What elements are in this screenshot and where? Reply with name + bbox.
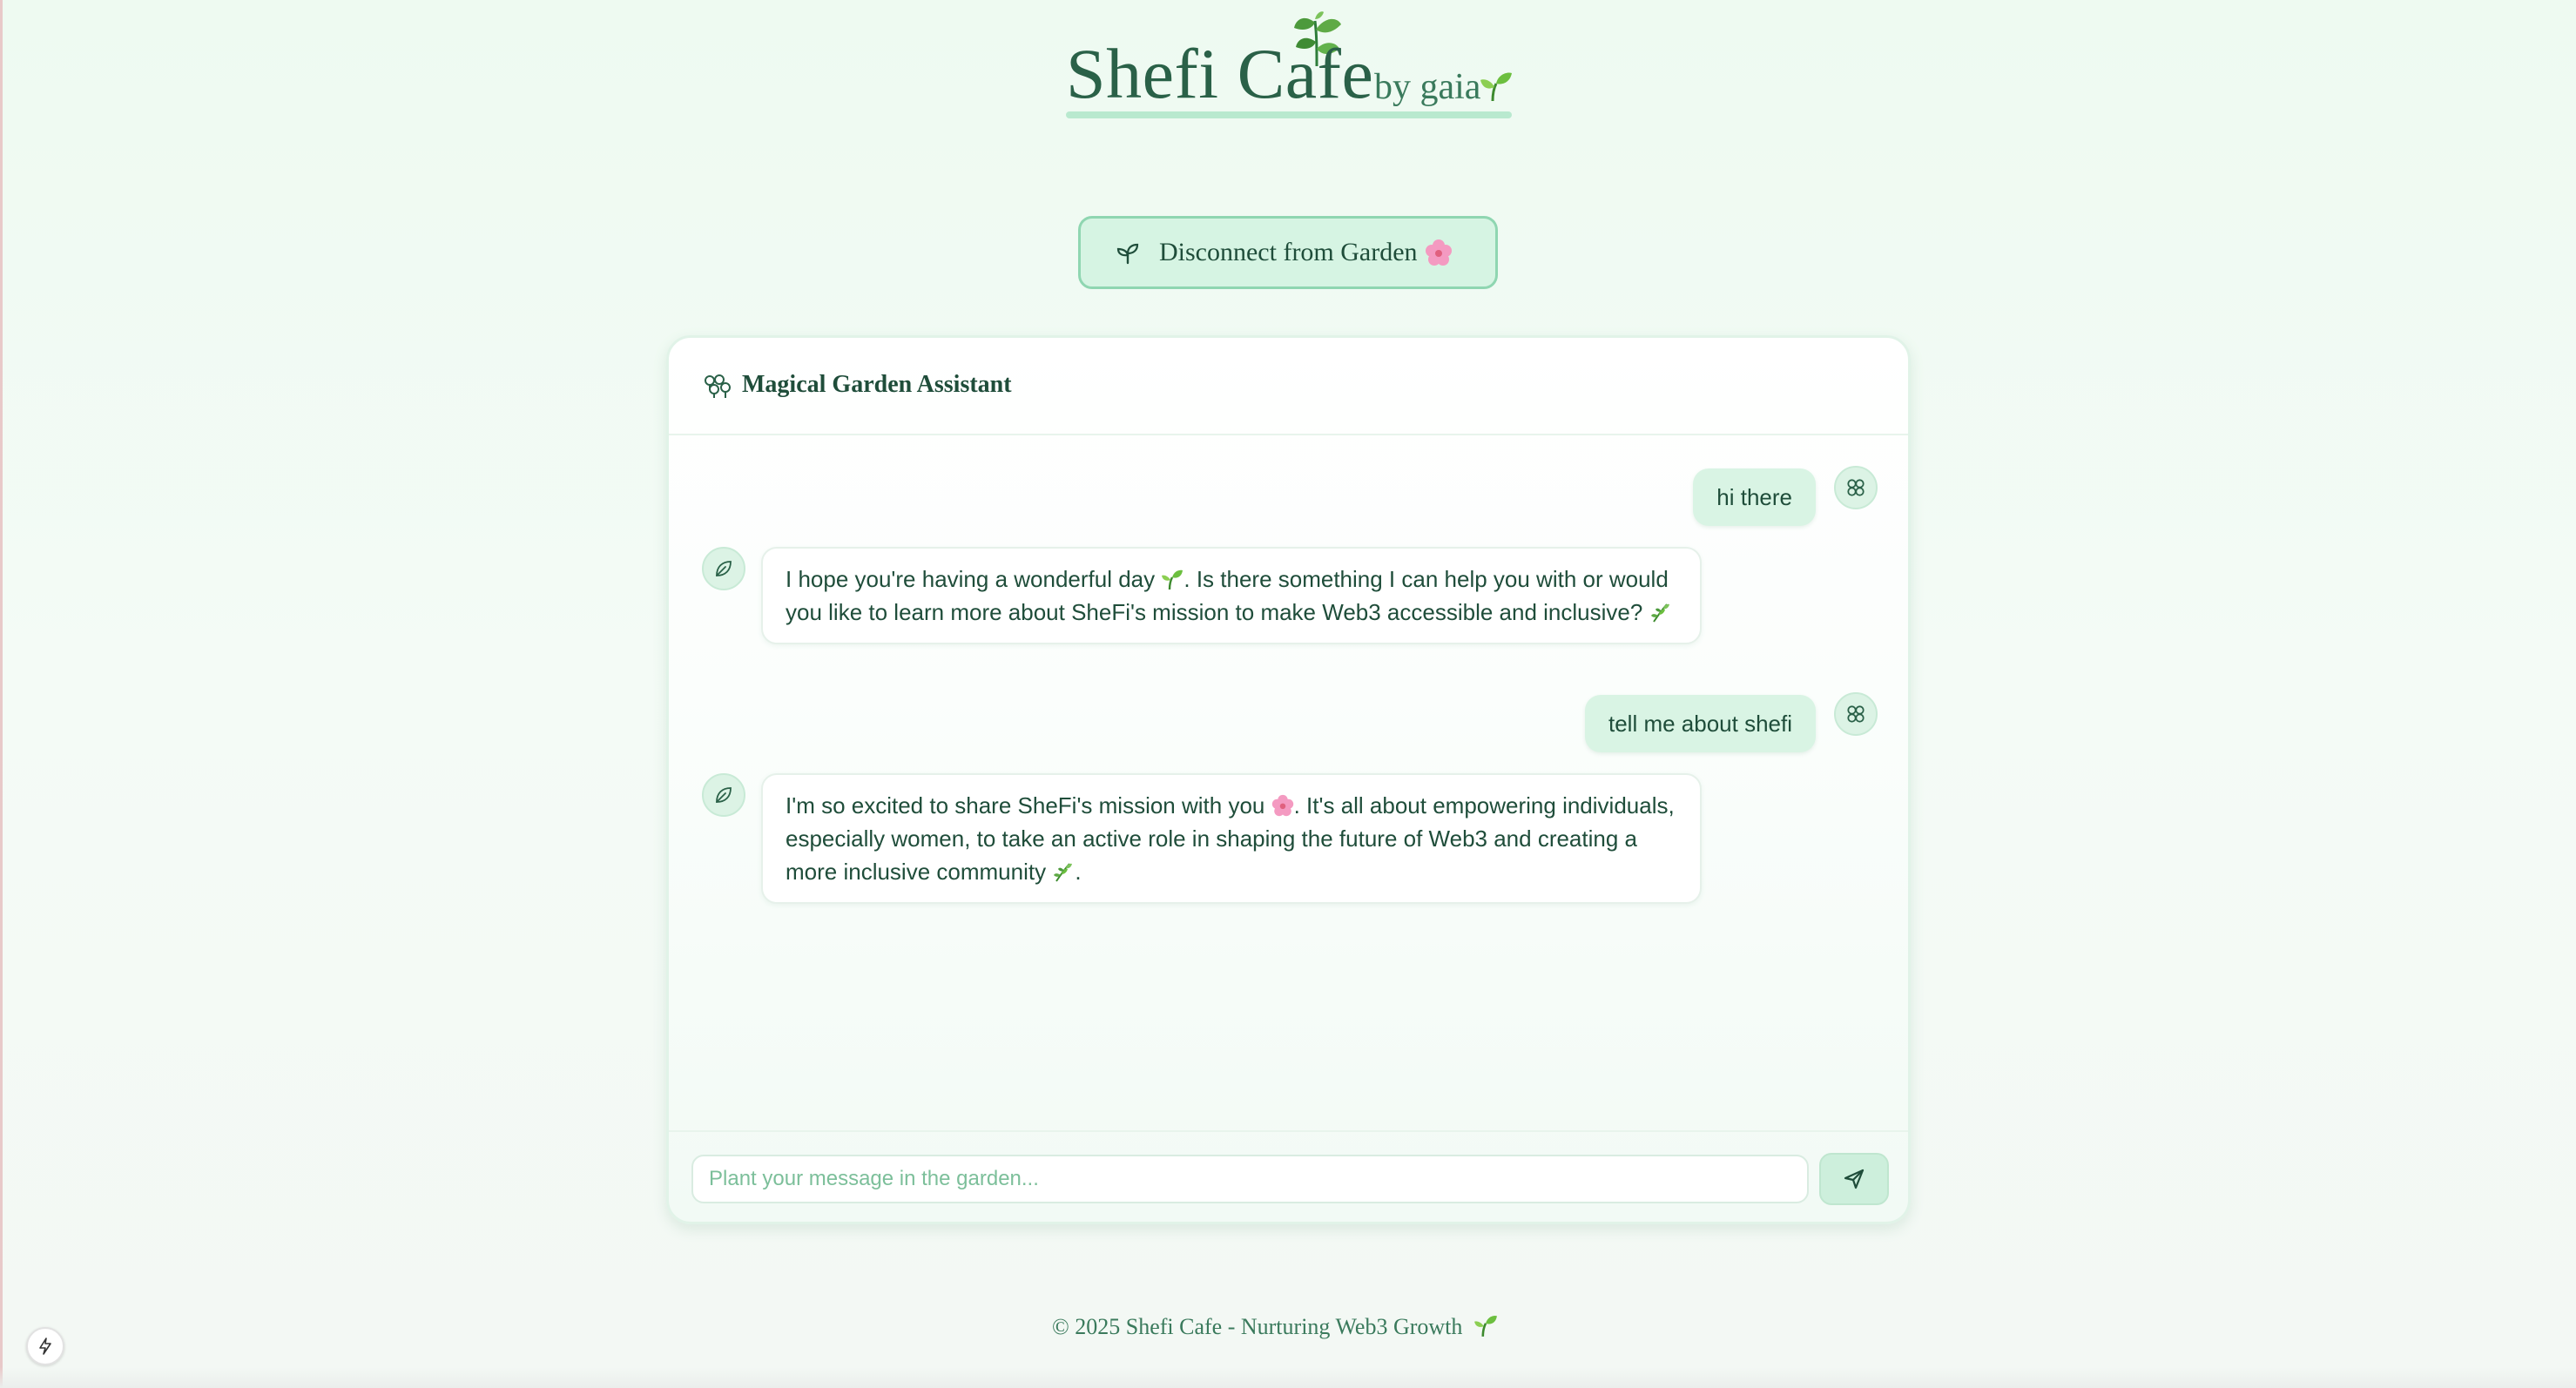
assistant-avatar	[702, 773, 745, 817]
sprout-icon	[1162, 569, 1183, 590]
clover-icon	[1847, 479, 1865, 496]
send-icon	[1844, 1169, 1865, 1189]
cherry-blossom-icon	[1271, 794, 1293, 817]
lightning-icon	[39, 1337, 51, 1355]
footer: © 2025 Shefi Cafe - Nurturing Web3 Growt…	[1052, 1313, 1498, 1340]
leaf-icon	[716, 787, 732, 803]
message-text: I hope you're having a wonderful day	[786, 566, 1156, 592]
footer-text: © 2025 Shefi Cafe - Nurturing Web3 Growt…	[1052, 1314, 1463, 1339]
cherry-blossom-icon	[1425, 239, 1452, 266]
window-left-edge	[0, 0, 3, 1388]
assistant-avatar	[702, 547, 745, 590]
dev-tools-button[interactable]	[26, 1327, 64, 1365]
assistant-message: I'm so excited to share SheFi's mission …	[761, 773, 1702, 904]
site-title: Shefi Cafe	[1066, 34, 1374, 113]
assistant-message: I hope you're having a wonderful day . I…	[761, 547, 1702, 644]
user-avatar	[1834, 692, 1878, 736]
herb-icon	[1650, 603, 1669, 623]
user-message: tell me about shefi	[1584, 695, 1816, 752]
title-underline	[1066, 111, 1512, 118]
user-message: hi there	[1693, 468, 1816, 526]
chat-header: Magical Garden Assistant	[669, 338, 1908, 435]
site-header: Shefi Cafe by gaia	[1066, 11, 1512, 122]
sprout-icon	[1116, 243, 1139, 265]
chat-title: Magical Garden Assistant	[742, 371, 1012, 398]
disconnect-button[interactable]: Disconnect from Garden	[1078, 216, 1498, 289]
message-text: tell me about shefi	[1608, 710, 1792, 737]
herb-icon	[1054, 863, 1073, 882]
user-avatar	[1834, 466, 1878, 509]
sprout-icon	[1473, 1315, 1497, 1337]
send-button[interactable]	[1819, 1153, 1889, 1205]
site-byline: by gaia	[1374, 67, 1481, 107]
bottom-shade	[0, 1367, 2576, 1388]
clover-icon	[1847, 705, 1865, 723]
disconnect-button-label: Disconnect from Garden	[1159, 238, 1418, 266]
message-input[interactable]	[691, 1155, 1809, 1203]
message-text: .	[1075, 859, 1082, 885]
message-composer	[669, 1130, 1908, 1226]
flowers-icon	[705, 374, 731, 398]
leaf-icon	[716, 561, 732, 576]
chat-panel: Magical Garden Assistant hi there I hope…	[666, 335, 1911, 1224]
message-text: I'm so excited to share SheFi's mission …	[786, 792, 1265, 819]
sprout-icon	[1480, 72, 1512, 102]
message-text: hi there	[1716, 483, 1792, 510]
